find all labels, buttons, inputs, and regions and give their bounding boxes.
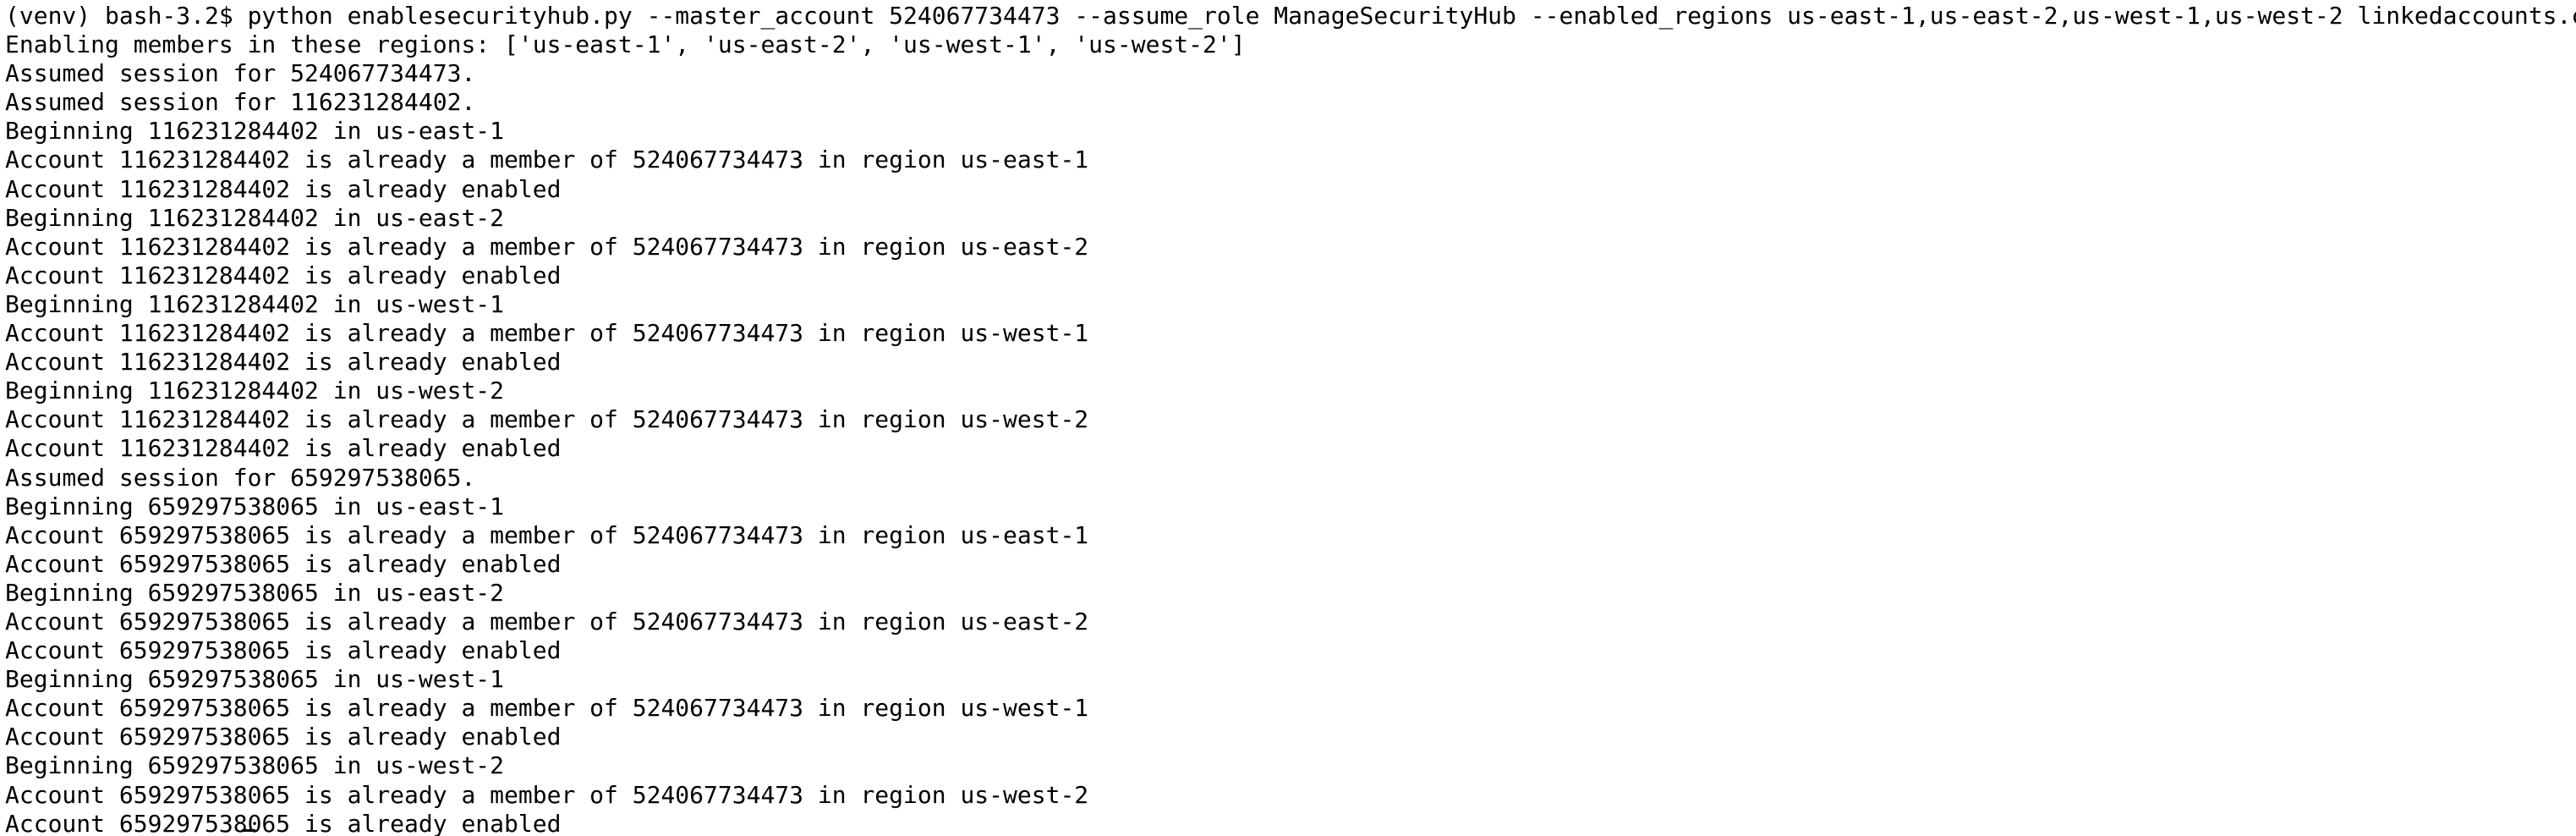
output-line: Account 659297538065 is already enabled	[5, 549, 562, 578]
terminal-window[interactable]: (venv) bash-3.2$ python enablesecurityhu…	[0, 0, 2576, 836]
output-line: Account 116231284402 is already a member…	[5, 319, 1089, 348]
output-line: Beginning 659297538065 in us-west-1	[5, 665, 505, 694]
output-line: Account 116231284402 is already a member…	[5, 405, 1089, 434]
output-line: Account 116231284402 is already enabled	[5, 261, 562, 289]
output-line: Assumed session for 524067734473.	[5, 59, 476, 88]
terminal-output: (venv) bash-3.2$ python enablesecurityhu…	[5, 2, 2576, 836]
output-line: Account 659297538065 is already a member…	[5, 780, 1089, 809]
output-line: Beginning 659297538065 in us-east-1	[5, 492, 505, 520]
output-line: Account 659297538065 is already enabled	[5, 809, 562, 836]
output-line: Account 116231284402 is already enabled	[5, 434, 562, 463]
output-line: Account 659297538065 is already a member…	[5, 607, 1089, 635]
output-line: Assumed session for 659297538065.	[5, 463, 476, 492]
output-line: Beginning 659297538065 in us-east-2	[5, 578, 505, 607]
output-line: Beginning 116231284402 in us-east-2	[5, 203, 505, 232]
output-line: Beginning 116231284402 in us-west-2	[5, 377, 505, 405]
output-line: Account 116231284402 is already enabled	[5, 174, 562, 203]
output-line: Account 659297538065 is already a member…	[5, 520, 1089, 549]
output-line: Account 116231284402 is already a member…	[5, 232, 1089, 261]
output-line: Beginning 116231284402 in us-east-1	[5, 117, 505, 146]
output-line: Account 659297538065 is already enabled	[5, 636, 562, 665]
output-line: Account 116231284402 is already a member…	[5, 146, 1089, 174]
output-line: Assumed session for 116231284402.	[5, 88, 476, 117]
output-line: Account 659297538065 is already enabled	[5, 723, 562, 751]
output-line: Beginning 659297538065 in us-west-2	[5, 751, 505, 780]
output-line: Account 116231284402 is already enabled	[5, 348, 562, 377]
output-line: Enabling members in these regions: ['us-…	[5, 30, 1246, 59]
output-line: Beginning 116231284402 in us-west-1	[5, 289, 505, 318]
command-line[interactable]: (venv) bash-3.2$ python enablesecurityhu…	[5, 2, 2576, 30]
output-line: Account 659297538065 is already a member…	[5, 694, 1089, 723]
text-cursor	[242, 829, 255, 832]
